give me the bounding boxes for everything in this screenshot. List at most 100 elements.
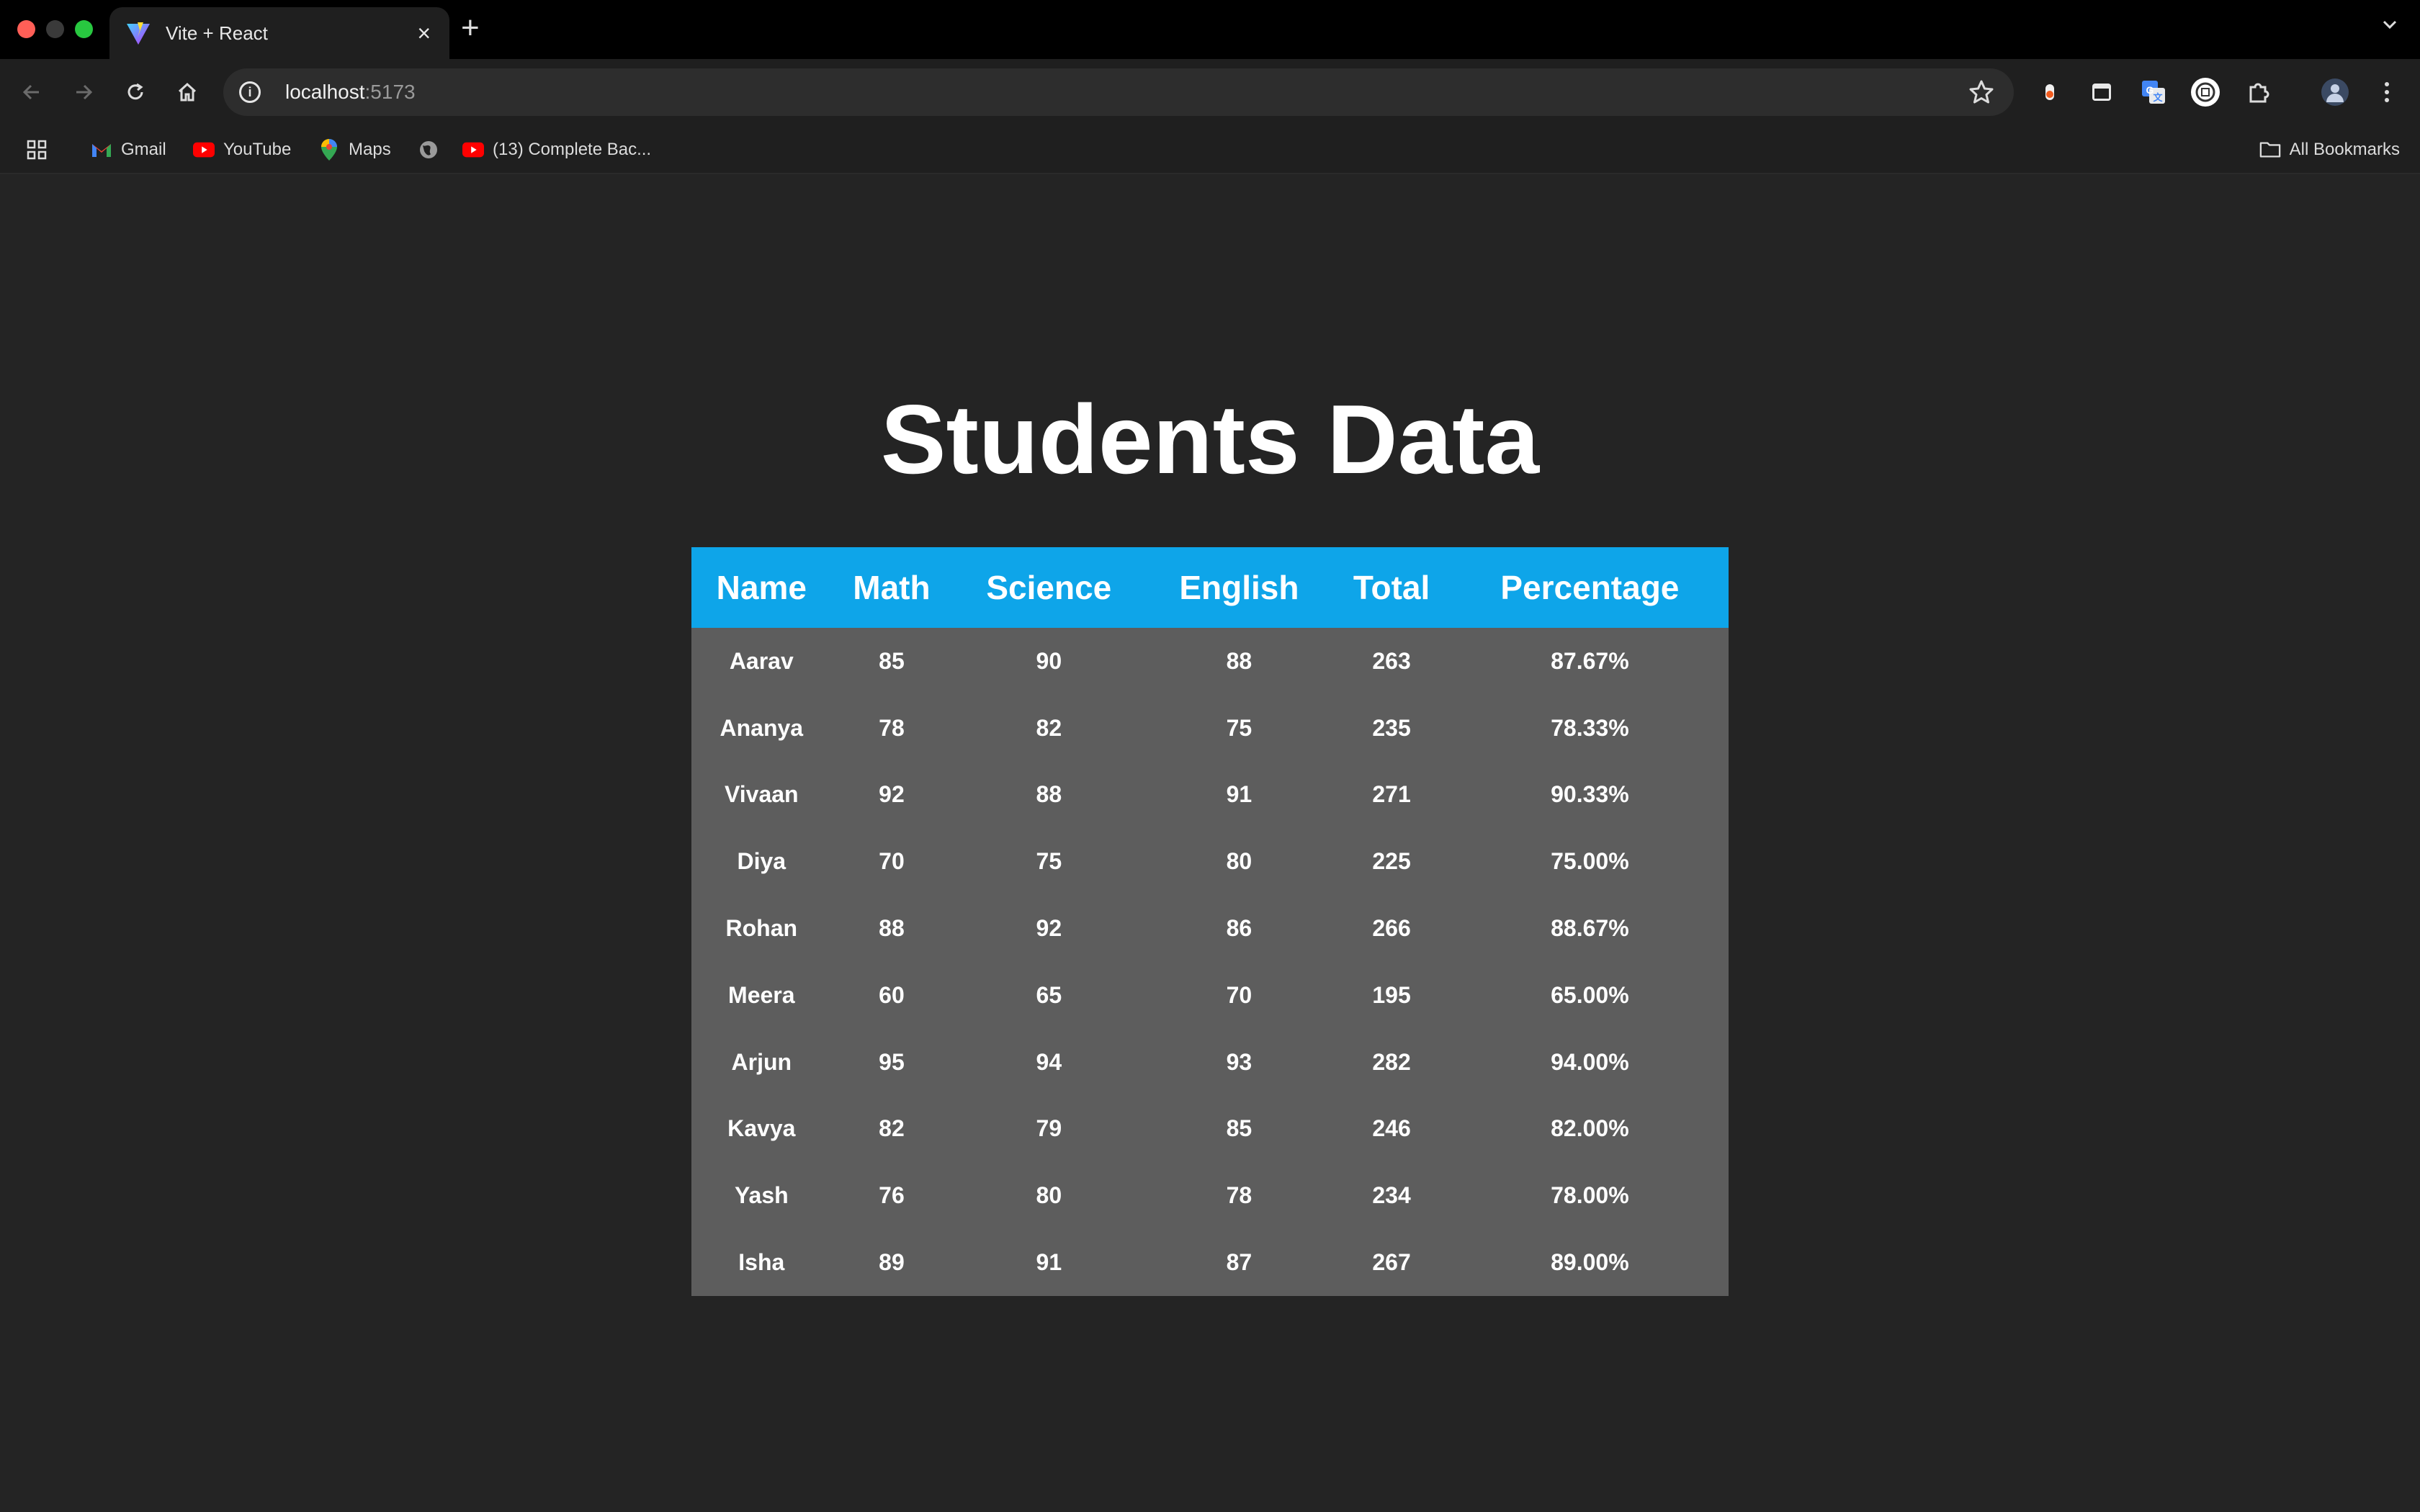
cell-science: 79 (1036, 1115, 1062, 1142)
site-info-icon[interactable]: i (239, 81, 261, 103)
cell-english: 85 (1226, 1115, 1252, 1142)
cell-english: 80 (1226, 848, 1252, 875)
back-button[interactable] (14, 75, 49, 109)
cell-english: 75 (1226, 714, 1252, 741)
table-row: Kavya 82 79 85 246 82.00% (691, 1096, 1729, 1163)
cell-math: 92 (879, 781, 905, 808)
cell-percentage: 89.00% (1551, 1249, 1629, 1276)
youtube-icon (193, 139, 215, 161)
bookmark-youtube[interactable]: YouTube (193, 135, 291, 164)
cell-total: 235 (1372, 714, 1411, 741)
cell-name: Vivaan (725, 781, 799, 808)
cell-total: 234 (1372, 1182, 1411, 1209)
apps-grid-button[interactable] (26, 135, 48, 164)
table-row: Ananya 78 82 75 235 78.33% (691, 695, 1729, 762)
cell-total: 267 (1372, 1249, 1411, 1276)
new-tab-button[interactable]: + (461, 10, 480, 46)
folder-icon (2259, 139, 2281, 161)
close-tab-icon[interactable]: × (417, 20, 431, 47)
cell-total: 246 (1372, 1115, 1411, 1142)
bookmark-maps[interactable]: Maps (318, 135, 391, 164)
cell-total: 225 (1372, 848, 1411, 875)
cell-name: Yash (734, 1182, 789, 1209)
cell-english: 86 (1226, 915, 1252, 942)
cell-total: 271 (1372, 781, 1411, 808)
cell-percentage: 75.00% (1551, 848, 1629, 875)
table-row: Diya 70 75 80 225 75.00% (691, 828, 1729, 895)
cell-name: Ananya (720, 714, 804, 741)
bookmark-label: (13) Complete Bac... (493, 140, 652, 159)
cell-math: 88 (879, 915, 905, 942)
cell-science: 92 (1036, 915, 1062, 942)
translate-glyph: G文 (2142, 81, 2165, 104)
extension-window-glyph (2092, 84, 2111, 101)
column-header-total: Total (1353, 569, 1430, 606)
gmail-icon (91, 139, 112, 161)
page-title: Students Data (880, 384, 1540, 494)
google-translate-icon[interactable]: G文 (2138, 76, 2169, 108)
table-row: Arjun 95 94 93 282 94.00% (691, 1029, 1729, 1096)
cell-name: Isha (738, 1249, 785, 1276)
extension-orange-icon[interactable] (2034, 76, 2066, 108)
cell-name: Diya (737, 848, 786, 875)
cell-science: 88 (1036, 781, 1062, 808)
all-bookmarks-label: All Bookmarks (2289, 140, 2400, 159)
browser-tab[interactable]: Vite + React × (109, 7, 449, 59)
cell-math: 85 (879, 647, 905, 674)
extension-circle-icon[interactable] (2190, 76, 2221, 108)
table-row: Vivaan 92 88 91 271 90.33% (691, 762, 1729, 829)
apps-grid-icon (27, 140, 47, 160)
url-port: :5173 (364, 81, 416, 103)
forward-button[interactable] (66, 75, 101, 109)
cell-math: 78 (879, 714, 905, 741)
bookmark-globe[interactable] (418, 135, 448, 164)
profile-avatar[interactable] (2319, 76, 2351, 108)
cell-percentage: 90.33% (1551, 781, 1629, 808)
all-bookmarks-button[interactable]: All Bookmarks (2259, 135, 2400, 164)
browser-menu-icon[interactable] (2371, 76, 2403, 108)
cell-science: 82 (1036, 714, 1062, 741)
cell-science: 94 (1036, 1048, 1062, 1075)
cell-percentage: 87.67% (1551, 647, 1629, 674)
bookmark-gmail[interactable]: Gmail (91, 135, 166, 164)
cell-name: Aarav (729, 647, 794, 674)
url-text: localhost:5173 (285, 81, 416, 104)
globe-icon (418, 139, 439, 161)
tab-search-chevron-icon[interactable] (2380, 14, 2400, 35)
cell-english: 88 (1226, 647, 1252, 674)
puzzle-glyph (2249, 83, 2269, 103)
cell-percentage: 82.00% (1551, 1115, 1629, 1142)
avatar-glyph (2321, 78, 2349, 106)
bookmark-star-icon[interactable] (1968, 78, 1995, 106)
tab-title: Vite + React (166, 22, 268, 44)
column-header-science: Science (986, 569, 1112, 606)
back-arrow-icon (22, 84, 39, 100)
minimize-window-button[interactable] (46, 20, 64, 38)
extensions-puzzle-icon[interactable] (2243, 76, 2275, 108)
browser-tab-bar: Vite + React × + (0, 0, 2420, 59)
reload-icon (127, 83, 143, 100)
reload-button[interactable] (118, 75, 153, 109)
cell-percentage: 78.00% (1551, 1182, 1629, 1209)
column-header-english: English (1179, 569, 1299, 606)
bookmark-complete-backend[interactable]: (13) Complete Bac... (462, 135, 651, 164)
vite-logo-icon (127, 22, 150, 45)
maps-icon (318, 139, 340, 161)
menu-dots-glyph (2385, 82, 2389, 102)
cell-name: Kavya (727, 1115, 796, 1142)
cell-total: 266 (1372, 915, 1411, 942)
cell-math: 70 (879, 848, 905, 875)
home-button[interactable] (170, 75, 205, 109)
maximize-window-button[interactable] (75, 20, 93, 38)
youtube-icon (462, 139, 484, 161)
extension-circle-glyph (2191, 78, 2220, 107)
address-bar[interactable]: i localhost:5173 (223, 68, 2014, 116)
bookmark-label: Gmail (121, 140, 166, 159)
table-row: Rohan 88 92 86 266 88.67% (691, 895, 1729, 962)
close-window-button[interactable] (17, 20, 35, 38)
bookmark-label: YouTube (223, 140, 292, 159)
home-icon (178, 82, 197, 102)
cell-percentage: 78.33% (1551, 714, 1629, 741)
extension-window-icon[interactable] (2086, 76, 2118, 108)
table-header: Name Math Science English Total Percenta… (691, 547, 1729, 628)
